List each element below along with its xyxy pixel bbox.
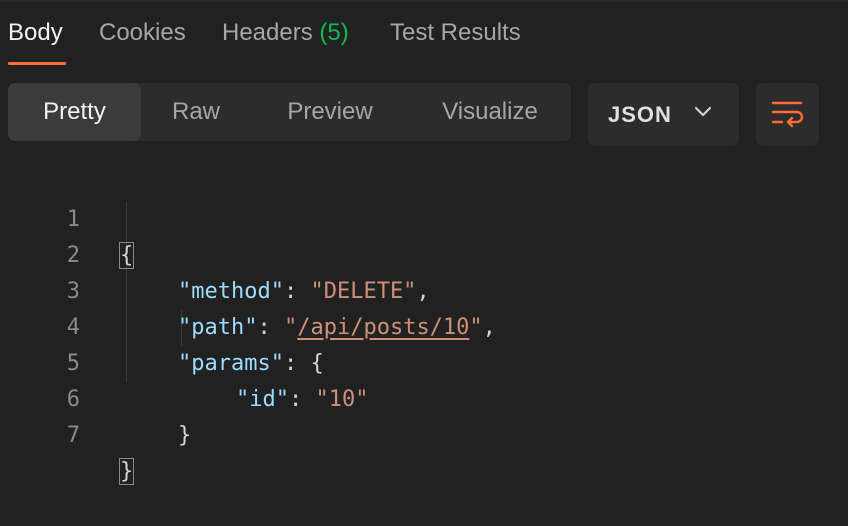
code-line: 1 { [0,166,135,269]
json-key: "path" [178,315,258,340]
tab-cookies-label: Cookies [99,19,186,46]
view-mode-toggle: Pretty Raw Preview Visualize [8,83,571,141]
json-string: "DELETE" [310,279,417,304]
chevron-down-icon[interactable] [693,105,713,119]
format-select[interactable]: JSON [588,83,739,146]
code-line: 4 "params": { [0,274,324,376]
code-line: 6 } [0,346,192,448]
tab-headers-label: Headers [222,19,313,46]
active-tab-indicator [8,62,66,65]
json-brace: { [310,351,324,376]
top-border [0,0,848,2]
json-path-link[interactable]: /api/posts/10 [297,315,469,340]
view-mode-raw[interactable]: Raw [141,83,251,141]
code-line: 2 "method": "DELETE", [0,202,430,304]
indent-guide [126,202,127,382]
tab-cookies[interactable]: Cookies [99,16,186,50]
view-mode-pretty[interactable]: Pretty [8,83,141,141]
view-mode-visualize[interactable]: Visualize [409,83,571,141]
format-select-value: JSON [608,102,672,127]
line-number: 7 [66,423,80,448]
code-line: 7 } [0,382,135,485]
view-mode-preview[interactable]: Preview [251,83,409,141]
json-brace: { [118,242,135,269]
tab-test-results[interactable]: Test Results [390,16,521,50]
tab-headers-count: (5) [319,19,349,46]
tab-test-results-label: Test Results [390,19,521,46]
tab-body[interactable]: Body [8,16,63,50]
code-line: 3 "path": "/api/posts/10", [0,238,496,340]
json-key: "params" [178,351,284,376]
json-string: "10" [315,387,369,412]
tab-headers[interactable]: Headers (5) [222,16,349,50]
wrap-lines-icon [771,101,804,128]
json-brace: } [118,458,135,485]
json-key: "id" [236,387,289,412]
tab-body-label: Body [8,19,63,46]
wrap-lines-button[interactable] [756,83,819,146]
json-brace: } [178,423,192,448]
json-key: "method" [178,279,284,304]
code-line: 5 "id": "10" [0,310,369,412]
